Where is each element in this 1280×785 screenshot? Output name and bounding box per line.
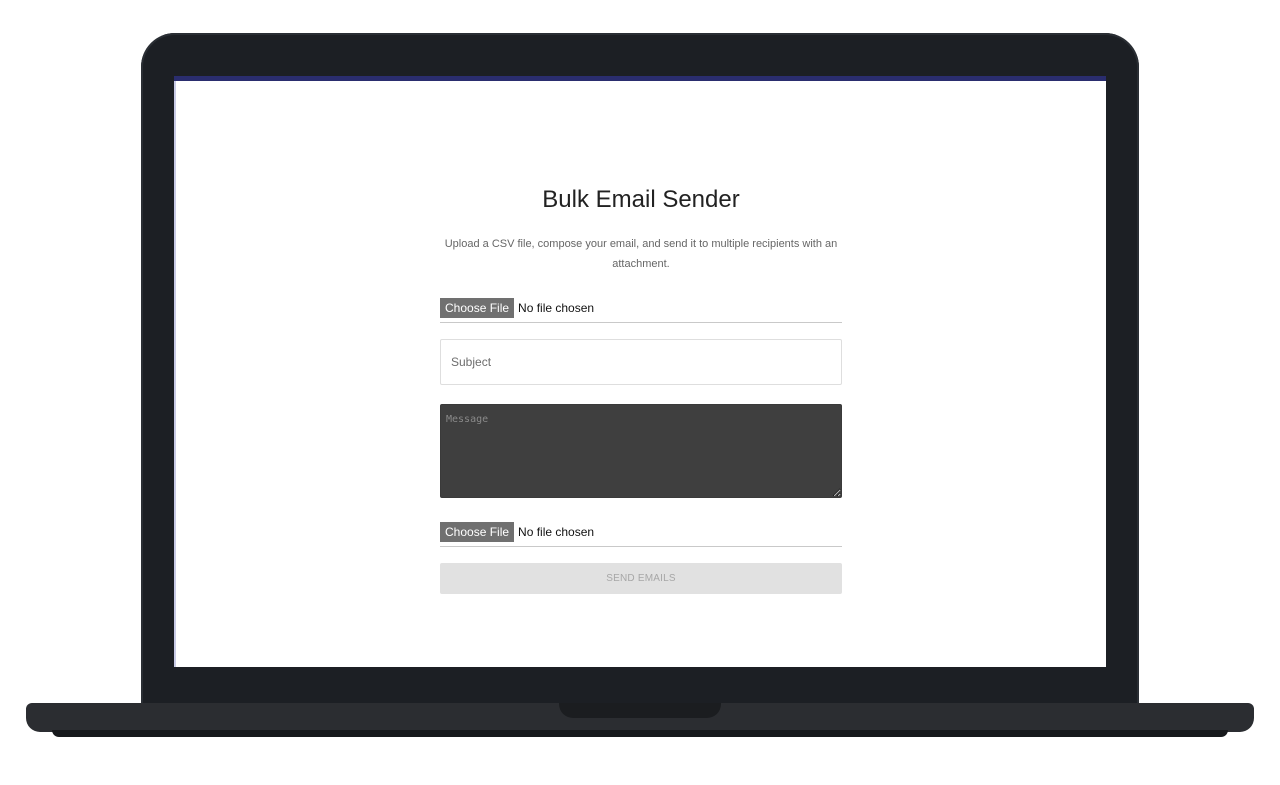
subject-input[interactable] xyxy=(440,339,842,385)
attachment-file-input[interactable]: Choose File No file chosen xyxy=(440,522,842,547)
csv-choose-file-button[interactable]: Choose File xyxy=(440,298,515,318)
laptop-base-shadow xyxy=(52,730,1228,737)
laptop-screen: Bulk Email Sender Upload a CSV file, com… xyxy=(174,76,1106,667)
csv-file-status: No file chosen xyxy=(518,301,595,315)
page-subtitle: Upload a CSV file, compose your email, a… xyxy=(444,238,838,270)
message-textarea[interactable] xyxy=(440,404,842,498)
laptop-notch xyxy=(559,703,721,718)
screen-edge xyxy=(174,81,176,667)
csv-file-input[interactable]: Choose File No file chosen xyxy=(440,298,842,323)
attachment-file-status: No file chosen xyxy=(518,525,595,539)
attachment-choose-file-button[interactable]: Choose File xyxy=(440,522,515,542)
send-emails-button[interactable]: SEND EMAILS xyxy=(440,563,842,594)
device-mockup: Bulk Email Sender Upload a CSV file, com… xyxy=(0,0,1280,785)
page-title: Bulk Email Sender xyxy=(542,186,740,213)
